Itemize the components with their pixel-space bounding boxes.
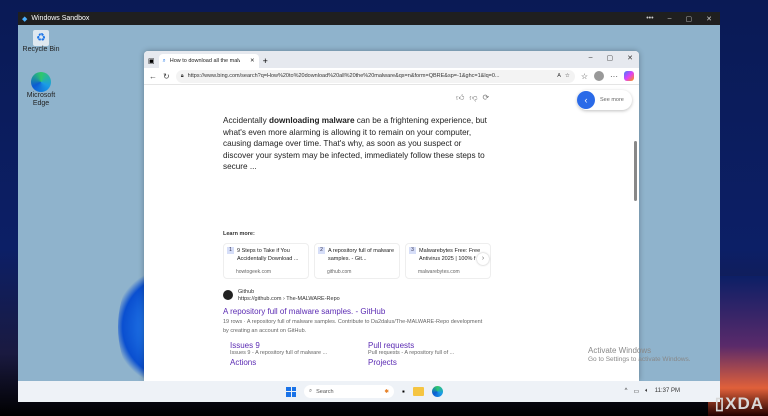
new-tab-button[interactable]: +	[263, 56, 268, 66]
result-url[interactable]: https://github.com › The-MALWARE-Repo	[238, 296, 340, 303]
page-content: 👍︎👎︎⟳ ‹ See more Accidentally downloading…	[144, 85, 639, 381]
maximize-button[interactable]: ▢	[607, 54, 614, 62]
tab-active[interactable]: ⌕ How to download all the malware ✕	[158, 54, 259, 68]
close-button[interactable]: ✕	[627, 54, 633, 62]
lock-icon: 🔒︎	[180, 72, 184, 79]
deep-link-issues[interactable]: Issues 9	[230, 341, 368, 350]
source-card[interactable]: 19 Steps to Take if You Accidentally Dow…	[223, 243, 309, 279]
thumbs-up-icon[interactable]: 👍︎	[456, 93, 469, 102]
refresh-icon[interactable]: ↻	[163, 72, 170, 81]
result-site: Github	[238, 289, 255, 295]
edge-icon	[31, 72, 51, 92]
learn-more-label: Learn more:	[223, 231, 255, 237]
see-more-label: See more	[600, 97, 624, 103]
icon-label: Microsoft Edge	[26, 92, 56, 107]
sandbox-icon: ◆	[22, 15, 28, 23]
card-source: github.com	[327, 269, 352, 275]
card-number: 1	[227, 247, 234, 254]
search-label: Search	[316, 388, 334, 395]
tab-actions-icon[interactable]: ▣	[148, 57, 155, 65]
back-icon[interactable]: ←	[149, 72, 157, 81]
icon-label: Recycle Bin	[22, 46, 60, 53]
feedback-icons: 👍︎👎︎⟳	[456, 93, 494, 103]
deep-link-desc: Issues 9 - A repository full of malware …	[230, 350, 328, 356]
favorite-star-icon[interactable]: ☆	[565, 73, 570, 79]
source-card[interactable]: 2A repository full of malware samples. -…	[314, 243, 400, 279]
start-icon[interactable]	[286, 386, 296, 397]
search-result: Github https://github.com › The-MALWARE-R…	[223, 289, 483, 367]
deep-link-pull-requests[interactable]: Pull requests	[368, 341, 488, 350]
card-title: 9 Steps to Take if You Accidentally Down…	[237, 248, 299, 262]
url-text: https://www.bing.com/search?q=How%20to%2…	[187, 73, 500, 79]
sandbox-titlebar: ◆ Windows Sandbox ••• – ▢ ✕	[18, 12, 720, 25]
desktop-icon-recycle-bin[interactable]: ♻ Recycle Bin	[18, 30, 64, 54]
minimize-button[interactable]: –	[589, 54, 593, 62]
more-icon[interactable]: ···	[610, 72, 618, 81]
minimize-button[interactable]: –	[668, 15, 672, 23]
activate-windows-watermark: Activate Windows Go to Settings to activa…	[588, 346, 691, 364]
maximize-button[interactable]: ▢	[686, 15, 693, 23]
task-view-icon[interactable]: ▪	[402, 387, 405, 396]
address-bar[interactable]: 🔒︎ https://www.bing.com/search?q=How%20t…	[175, 69, 575, 83]
copilot-icon[interactable]	[624, 71, 634, 81]
favorites-icon[interactable]: ☆	[581, 72, 588, 81]
see-more-button[interactable]: ‹ See more	[577, 90, 632, 110]
search-icon: ⌕	[309, 388, 313, 394]
activate-sub: Go to Settings to activate Windows.	[588, 356, 691, 363]
file-explorer-icon[interactable]	[412, 387, 424, 396]
close-tab-icon[interactable]: ✕	[250, 58, 255, 64]
github-icon	[223, 290, 233, 300]
chevron-left-icon: ‹	[577, 91, 595, 109]
result-snippet: 19 rows · A repository full of malware s…	[223, 319, 483, 334]
activate-title: Activate Windows	[588, 346, 652, 355]
search-icon: ⌕	[162, 57, 166, 64]
profile-avatar[interactable]	[594, 71, 604, 81]
recycle-bin-icon: ♻	[33, 30, 49, 46]
volume-icon[interactable]: 🔈︎	[645, 388, 649, 395]
thumbs-down-icon[interactable]: 👎︎	[469, 93, 482, 102]
card-title: A repository full of malware samples. - …	[328, 248, 395, 262]
sandbox-title: Windows Sandbox	[31, 15, 90, 22]
read-aloud-icon[interactable]: A	[557, 73, 561, 79]
edge-taskbar-icon[interactable]	[431, 386, 443, 397]
result-title-link[interactable]: A repository full of malware samples. - …	[223, 307, 483, 316]
deep-link-actions[interactable]: Actions	[230, 358, 368, 367]
answer-bold: downloading malware	[268, 116, 355, 125]
answer-text: Accidentally downloading malware can be …	[223, 115, 493, 173]
more-button[interactable]: •••	[646, 15, 653, 23]
scrollbar[interactable]	[634, 141, 637, 201]
card-source: howtogeek.com	[236, 269, 272, 275]
chevron-right-icon[interactable]: ›	[477, 253, 489, 265]
edge-browser-window: ▣ ⌕ How to download all the malware ✕ + …	[144, 51, 639, 381]
deep-link-desc: Pull requests - A repository full of ...	[368, 350, 455, 356]
xda-watermark-logo: ▯XDA	[714, 394, 764, 413]
clock[interactable]: 11:37 PM	[655, 388, 680, 395]
share-icon[interactable]: ⟳	[483, 93, 495, 102]
sandbox-window: ◆ Windows Sandbox ••• – ▢ ✕ ♻ Recycle Bin M…	[18, 12, 720, 402]
tab-title: How to download all the malware	[169, 58, 240, 64]
card-source: malwarebytes.com	[418, 269, 460, 275]
answer-pre: Accidentally	[223, 116, 269, 125]
network-icon[interactable]: ▭	[633, 388, 639, 395]
desktop-icon-edge[interactable]: Microsoft Edge	[18, 72, 64, 108]
widget-icon: ✱	[384, 388, 389, 395]
card-number: 2	[318, 247, 325, 254]
chevron-up-icon[interactable]: ^	[625, 388, 628, 395]
close-button[interactable]: ✕	[706, 15, 712, 23]
card-number: 3	[409, 247, 416, 254]
deep-link-projects[interactable]: Projects	[368, 358, 488, 367]
taskbar: ⌕ Search ✱ ▪ ^ ▭ 🔈︎ 11:37 PM	[18, 381, 720, 402]
taskbar-search[interactable]: ⌕ Search ✱	[304, 385, 394, 398]
